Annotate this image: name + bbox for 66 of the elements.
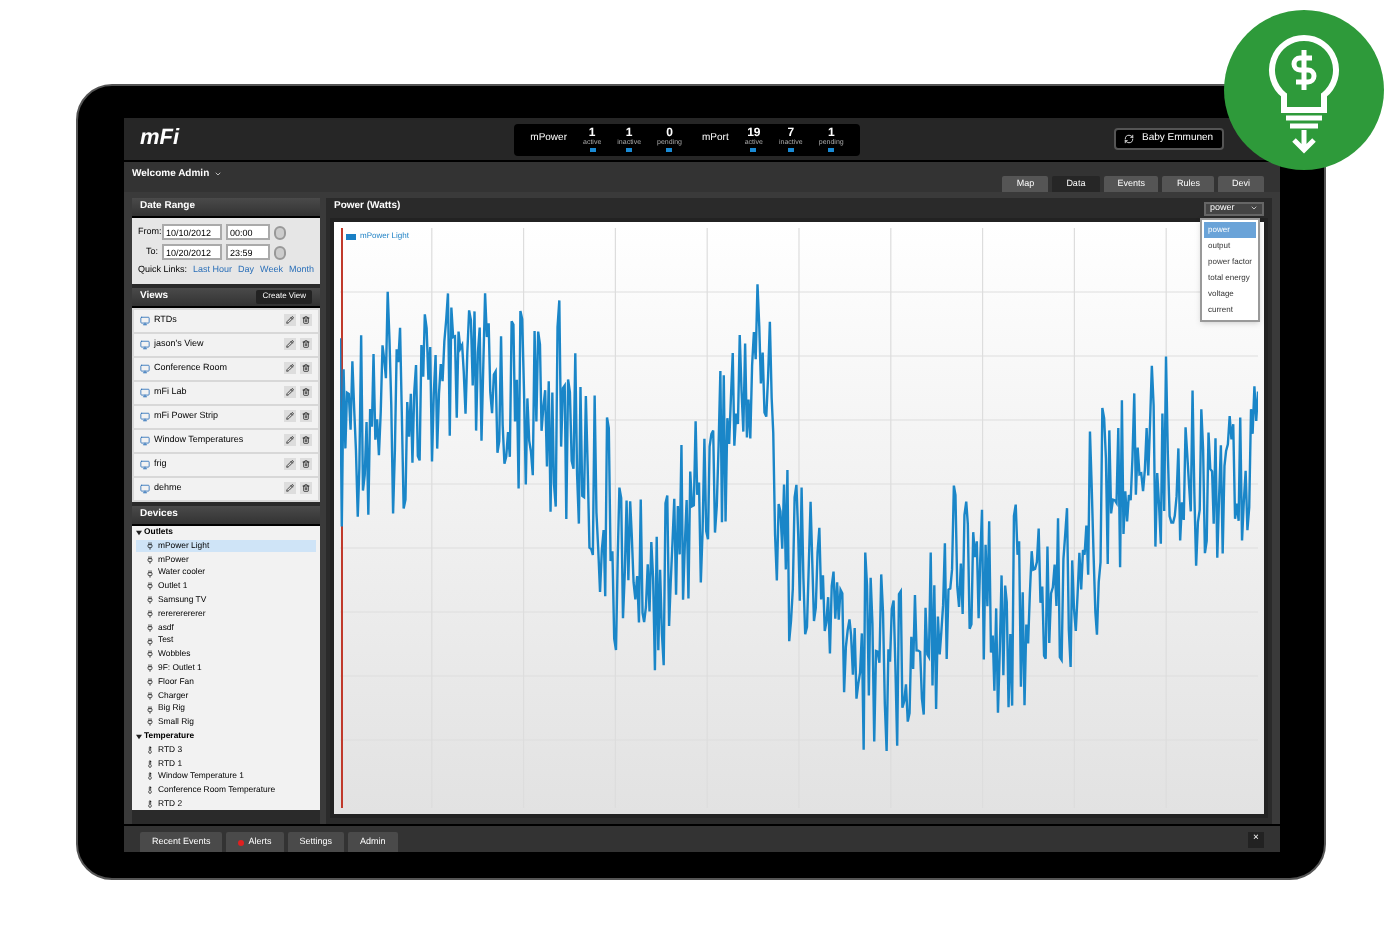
trash-icon — [302, 316, 310, 325]
monitor-icon — [140, 483, 150, 494]
edit-button[interactable] — [284, 362, 296, 375]
stat-indicator — [750, 148, 757, 151]
stat-indicator — [828, 148, 835, 151]
plug-icon — [146, 677, 154, 686]
edit-button[interactable] — [284, 482, 296, 495]
lightbulb-badge-icon — [1224, 10, 1384, 170]
edit-button[interactable] — [284, 410, 296, 423]
pencil-icon — [286, 340, 294, 349]
caret-icon — [136, 733, 142, 740]
delete-button[interactable] — [300, 410, 312, 423]
plug-icon — [146, 555, 154, 564]
plug-icon — [146, 691, 154, 700]
pencil-icon — [286, 388, 294, 397]
plug-icon — [146, 609, 154, 618]
pencil-icon — [286, 460, 294, 469]
pencil-icon — [286, 484, 294, 493]
trash-icon — [302, 340, 310, 349]
pencil-icon — [286, 436, 294, 445]
refresh-icon — [1124, 134, 1134, 144]
delete-button[interactable] — [300, 434, 312, 447]
delete-button[interactable] — [300, 386, 312, 399]
monitor-icon — [140, 387, 150, 398]
trash-icon — [302, 412, 310, 421]
stat-indicator — [589, 148, 596, 151]
caret-icon — [136, 529, 142, 536]
delete-button[interactable] — [300, 482, 312, 495]
stat-indicator — [666, 148, 673, 151]
legend-swatch — [346, 233, 356, 239]
plug-icon — [146, 718, 154, 727]
monitor-icon — [140, 435, 150, 446]
edit-button[interactable] — [284, 314, 296, 327]
plug-icon — [146, 596, 154, 605]
edit-button[interactable] — [284, 338, 296, 351]
delete-button[interactable] — [300, 458, 312, 471]
pencil-icon — [286, 412, 294, 421]
trash-icon — [302, 484, 310, 493]
pencil-icon — [286, 316, 294, 325]
plug-icon — [146, 705, 154, 713]
delete-button[interactable] — [300, 362, 312, 375]
edit-button[interactable] — [284, 434, 296, 447]
delete-button[interactable] — [300, 338, 312, 351]
plug-icon — [146, 623, 154, 632]
monitor-icon — [140, 363, 150, 374]
stat-indicator — [626, 148, 633, 151]
pencil-icon — [286, 364, 294, 373]
monitor-icon — [140, 459, 150, 470]
plug-icon — [146, 569, 154, 578]
trash-icon — [302, 388, 310, 397]
monitor-icon — [140, 315, 150, 326]
plug-icon — [146, 637, 154, 646]
stat-indicator — [787, 148, 794, 151]
trash-icon — [302, 436, 310, 445]
delete-button[interactable] — [300, 314, 312, 327]
monitor-icon — [140, 411, 150, 422]
plug-icon — [146, 541, 154, 550]
plug-icon — [146, 664, 154, 673]
monitor-icon — [140, 339, 150, 350]
plug-icon — [146, 582, 154, 591]
logo: mFi — [140, 124, 182, 155]
trash-icon — [302, 460, 310, 469]
plug-icon — [146, 650, 154, 659]
edit-button[interactable] — [284, 386, 296, 399]
edit-button[interactable] — [284, 458, 296, 471]
trash-icon — [302, 364, 310, 373]
